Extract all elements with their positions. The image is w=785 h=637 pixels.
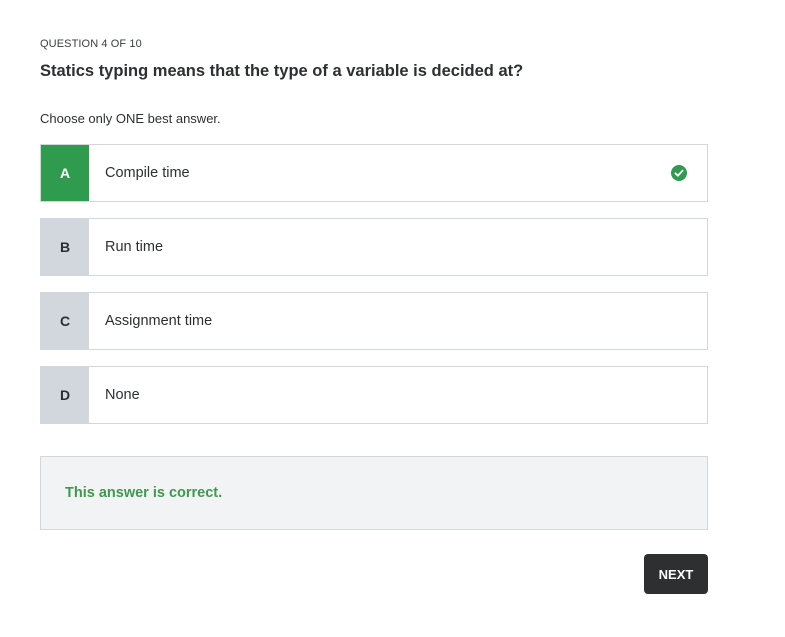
option-letter: A [41, 145, 89, 201]
option-text: Compile time [105, 165, 190, 181]
answer-options: A Compile time B Run time C Assignment t… [40, 144, 708, 440]
answer-feedback: This answer is correct. [40, 456, 708, 530]
question-counter: QUESTION 4 OF 10 [40, 38, 142, 50]
answer-option-a[interactable]: A Compile time [40, 144, 708, 202]
option-text: Run time [105, 239, 164, 255]
answer-option-d[interactable]: D None [40, 366, 708, 424]
check-circle-icon [671, 165, 687, 181]
answer-option-b[interactable]: B Run time [40, 218, 708, 276]
option-letter: B [41, 219, 89, 275]
feedback-message: This answer is correct. [65, 485, 223, 501]
option-letter: C [41, 293, 89, 349]
answer-option-c[interactable]: C Assignment time [40, 292, 708, 350]
next-button[interactable]: NEXT [644, 554, 708, 594]
option-text: None [105, 387, 140, 403]
option-text: Assignment time [105, 313, 213, 329]
option-letter: D [41, 367, 89, 423]
answer-instruction: Choose only ONE best answer. [40, 111, 221, 126]
question-prompt: Statics typing means that the type of a … [40, 62, 524, 80]
